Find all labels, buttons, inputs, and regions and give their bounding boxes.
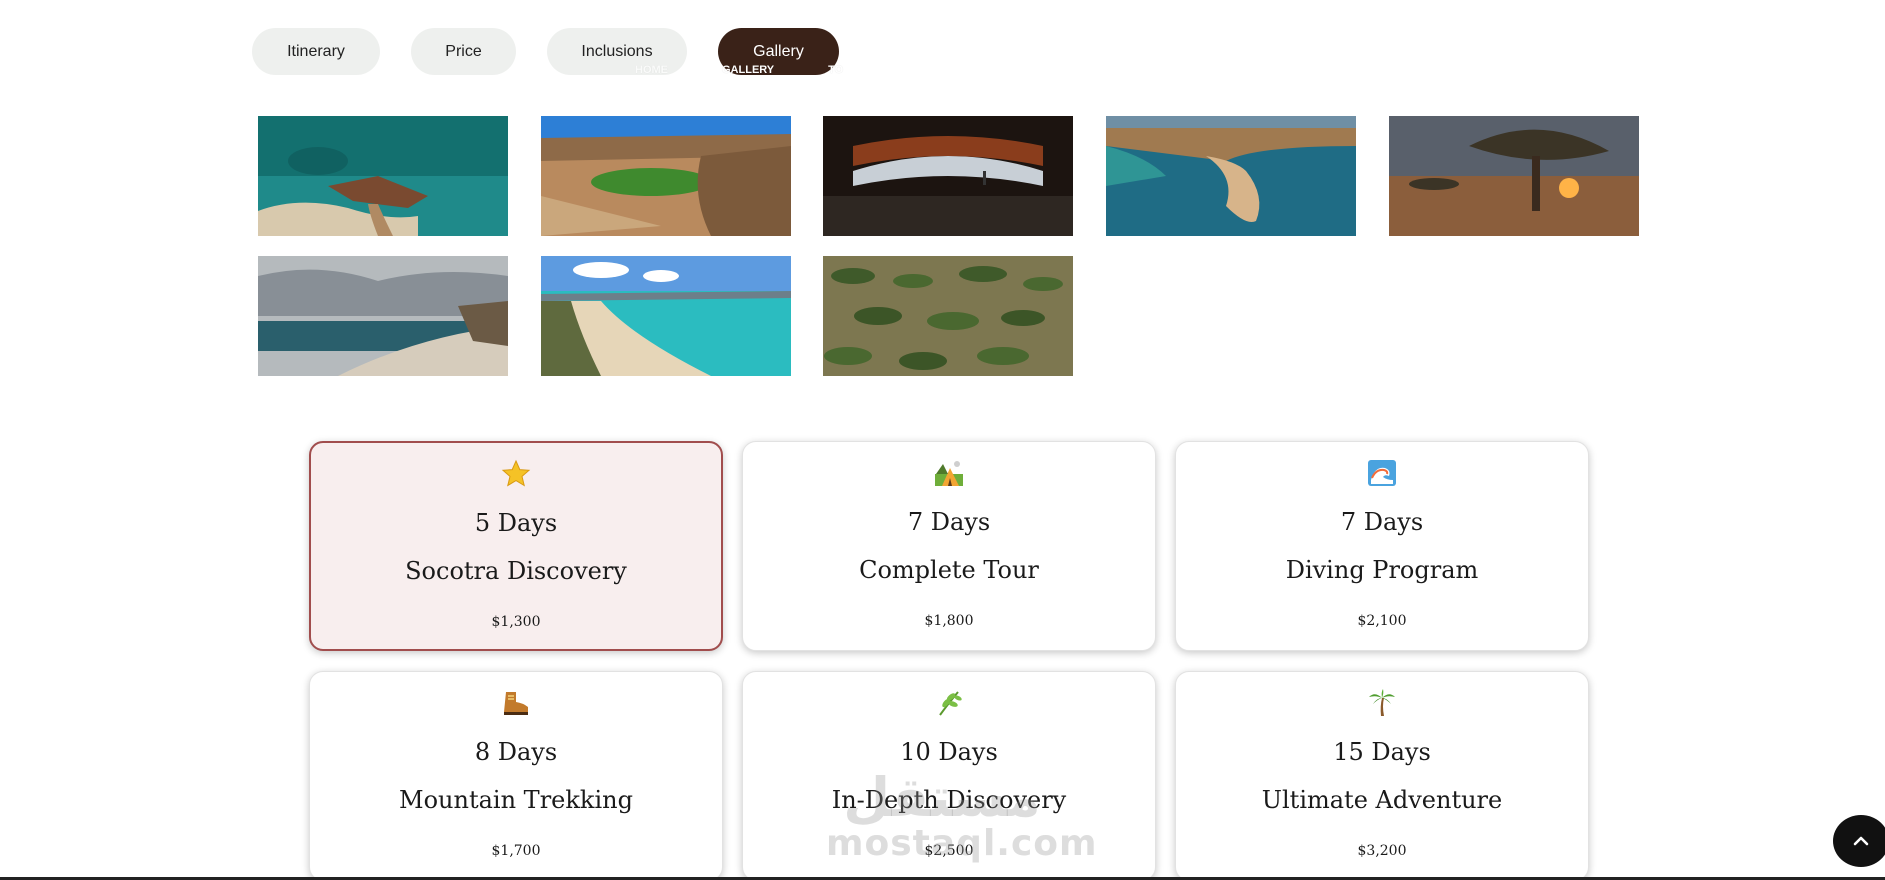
package-price: $1,300	[491, 614, 541, 630]
photo-gallery	[258, 116, 1648, 376]
gallery-photo-lagoon[interactable]	[541, 116, 791, 236]
ghost-nav-to: TO	[828, 64, 844, 76]
package-card-complete-tour[interactable]: 7 Days Complete Tour $1,800	[742, 441, 1156, 651]
package-name: Diving Program	[1285, 556, 1479, 584]
package-card-diving-program[interactable]: 7 Days Diving Program $2,100	[1175, 441, 1589, 651]
package-price: $1,800	[924, 613, 974, 629]
package-name: In-Depth Discovery	[831, 786, 1067, 814]
camping-icon	[743, 458, 1155, 492]
lagoon-image	[541, 116, 791, 236]
chevron-up-icon	[1853, 836, 1869, 846]
package-card-socotra-discovery[interactable]: 5 Days Socotra Discovery $1,300	[309, 441, 723, 651]
gallery-photo-shipwreck[interactable]	[258, 116, 508, 236]
peninsula-image	[1106, 116, 1356, 236]
dunes-image	[258, 256, 508, 376]
package-card-in-depth-discovery[interactable]: 10 Days In-Depth Discovery $2,500	[742, 671, 1156, 880]
package-name: Mountain Trekking	[399, 786, 633, 814]
package-price: $1,700	[491, 843, 541, 859]
package-duration: 5 Days	[474, 509, 558, 537]
ghost-nav-home: HOME	[635, 64, 668, 76]
gallery-photo-dragon-tree[interactable]	[1389, 116, 1639, 236]
gallery-photo-beach[interactable]	[541, 256, 791, 376]
tree-forest-image	[823, 256, 1073, 376]
herb-icon	[743, 688, 1155, 722]
ghost-nav-gallery: GALLERY	[722, 64, 775, 76]
package-name: Complete Tour	[859, 556, 1039, 584]
package-price: $2,100	[1357, 613, 1407, 629]
wave-icon	[1176, 458, 1588, 492]
scroll-to-top-button[interactable]	[1833, 815, 1885, 867]
beach-image	[541, 256, 791, 376]
package-duration: 7 Days	[907, 508, 991, 536]
gallery-photo-peninsula[interactable]	[1106, 116, 1356, 236]
package-duration: 15 Days	[1333, 738, 1431, 766]
palm-tree-icon	[1176, 688, 1588, 722]
package-duration: 7 Days	[1340, 508, 1424, 536]
gallery-photo-cave[interactable]	[823, 116, 1073, 236]
tab-itinerary[interactable]: Itinerary	[252, 28, 380, 75]
hiking-boot-icon	[310, 688, 722, 722]
gallery-photo-dunes[interactable]	[258, 256, 508, 376]
shipwreck-image	[258, 116, 508, 236]
package-name: Socotra Discovery	[405, 557, 627, 585]
package-card-mountain-trekking[interactable]: 8 Days Mountain Trekking $1,700	[309, 671, 723, 880]
faded-nav-overlay: HOME GALLERY TO	[635, 64, 843, 76]
package-duration: 8 Days	[474, 738, 558, 766]
package-duration: 10 Days	[900, 738, 998, 766]
package-card-ultimate-adventure[interactable]: 15 Days Ultimate Adventure $3,200	[1175, 671, 1589, 880]
tab-price[interactable]: Price	[411, 28, 516, 75]
package-price: $3,200	[1357, 843, 1407, 859]
package-name: Ultimate Adventure	[1261, 786, 1503, 814]
gallery-photo-tree-forest[interactable]	[823, 256, 1073, 376]
package-price: $2,500	[924, 843, 974, 859]
cave-image	[823, 116, 1073, 236]
star-icon	[311, 459, 721, 493]
dragon-tree-image	[1389, 116, 1639, 236]
